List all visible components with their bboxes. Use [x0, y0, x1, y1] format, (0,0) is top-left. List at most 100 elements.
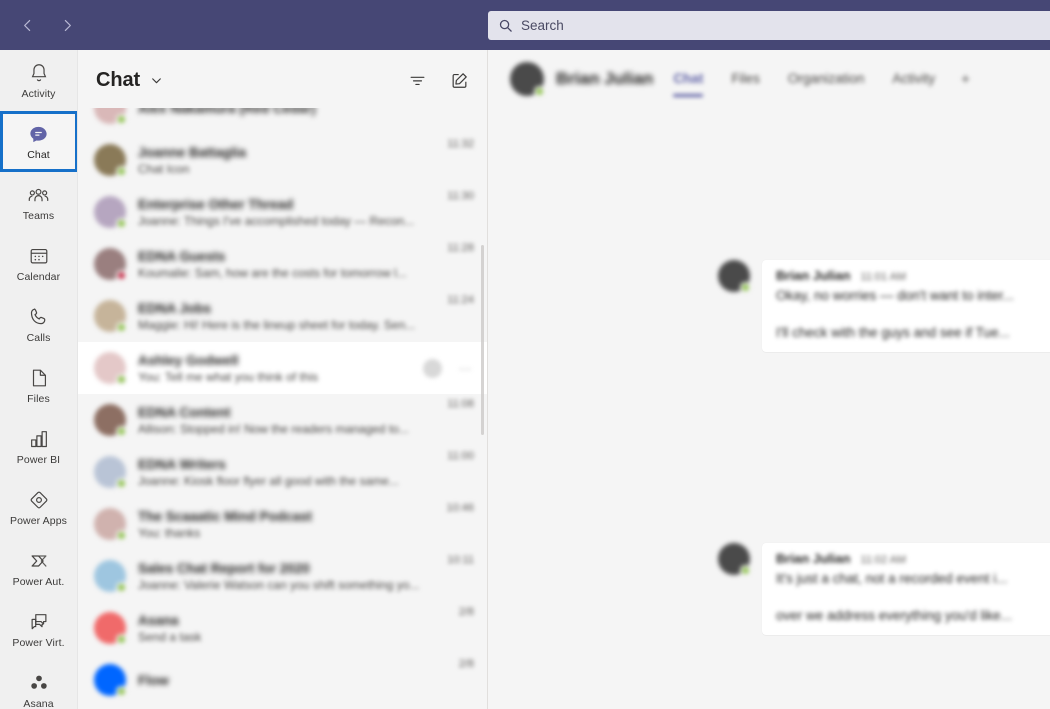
chat-list-item-name: Joanne Battaglia	[138, 144, 247, 160]
chat-list-item[interactable]: Asana Send a task 2/8	[78, 602, 487, 654]
tab-files[interactable]: Files	[731, 71, 760, 88]
chat-list-item[interactable]: EDNA Content Allison: Stopped in! Now the…	[78, 394, 487, 446]
sidebar-item-power-virt[interactable]: Power Virt.	[0, 599, 77, 660]
chat-list-item-timestamp: 11:30	[447, 190, 474, 202]
search-bar[interactable]	[488, 11, 1050, 40]
chat-list-item-text: EDNA Writers Joanne: Kiosk floor flyer al…	[138, 456, 439, 489]
sidebar-item-files[interactable]: Files	[0, 355, 77, 416]
presence-indicator	[116, 478, 127, 489]
chat-list-item[interactable]: Flow 2/8	[78, 654, 487, 706]
filter-icon[interactable]	[407, 70, 427, 90]
chat-list-item[interactable]: Enterprise Other Thread Joanne: Things I'…	[78, 186, 487, 238]
sidebar-item-power-bi[interactable]: Power BI	[0, 416, 77, 477]
chat-list-item[interactable]: EDNA Guests Koumalie: Sam, how are the co…	[78, 238, 487, 290]
chat-list-item[interactable]: Sales Chat Report for 2020 Joanne: Valeri…	[78, 550, 487, 602]
tab-activity[interactable]: Activity	[892, 71, 935, 88]
presence-indicator	[116, 218, 127, 229]
chat-list-header: Chat	[78, 50, 487, 110]
forward-button[interactable]	[54, 12, 80, 38]
compose-new-chat-icon[interactable]	[449, 70, 469, 90]
sidebar-item-power-aut[interactable]: Power Aut.	[0, 538, 77, 599]
chevron-right-icon	[64, 19, 71, 31]
more-options-icon[interactable]: ···	[456, 361, 474, 376]
presence-indicator	[116, 322, 127, 333]
sidebar-item-chat[interactable]: Chat	[0, 111, 77, 172]
chat-list-item[interactable]: Alex Nakamura (Red Cedar)	[78, 108, 487, 134]
power-apps-icon	[27, 488, 51, 512]
chat-list-item[interactable]: EDNA Jobs Maggie: Hi! Here is the lineup …	[78, 290, 487, 342]
chat-list-header-actions	[407, 70, 469, 90]
avatar	[94, 664, 127, 697]
sidebar-item-label: Power BI	[16, 454, 61, 466]
sidebar-item-label: Teams	[22, 210, 55, 222]
sidebar-item-teams[interactable]: Teams	[0, 172, 77, 233]
chat-list-item-name: The Scaaatic Mind Podcast	[138, 508, 313, 524]
avatar	[510, 62, 545, 97]
sidebar-item-calls[interactable]: Calls	[0, 294, 77, 355]
message-meta: Brian Julian 11:02 AM	[776, 551, 1048, 566]
back-button[interactable]	[14, 12, 40, 38]
sidebar-item-calendar[interactable]: Calendar	[0, 233, 77, 294]
chat-list-scrollbar[interactable]	[481, 245, 484, 435]
chat-list-item-timestamp: 11:08	[447, 398, 474, 410]
chat-list-item[interactable]: The Scaaatic Mind Podcast You: thanks 10:4…	[78, 498, 487, 550]
message-text: It's just a chat, not a recorded event i…	[776, 571, 1008, 586]
chat-list-scroll[interactable]: Alex Nakamura (Red Cedar) Joanne Battagli…	[78, 108, 487, 709]
chat-list-item-timestamp: 2/8	[458, 658, 474, 670]
message-bubble[interactable]: Brian Julian 11:02 AM It's just a chat, no…	[762, 543, 1050, 635]
search-icon	[498, 18, 513, 33]
chat-list-panel: Chat Alex Nakamura (Red Cedar) Joanne Bat…	[78, 50, 488, 709]
chat-list-item[interactable]: Joanne Battaglia Chat Icon 11:32	[78, 134, 487, 186]
file-icon	[27, 366, 51, 390]
chat-list-item-timestamp: 10:11	[447, 554, 474, 566]
chat-list-item-text: Ashley Godwell You: Tell me what you thin…	[138, 352, 417, 385]
avatar	[94, 456, 127, 489]
contact-name: Brian Julian	[556, 69, 654, 88]
sidebar-item-label: Calls	[26, 332, 51, 344]
chat-list-item-preview: Send a task	[138, 629, 202, 644]
chat-list-item-text: Sales Chat Report for 2020 Joanne: Valeri…	[138, 560, 439, 593]
chat-list-item-name: Alex Nakamura (Red Cedar)	[138, 108, 316, 116]
tab-organization[interactable]: Organization	[788, 71, 865, 88]
sidebar-item-label: Asana	[23, 698, 54, 709]
chat-list-item-text: Alex Nakamura (Red Cedar)	[138, 108, 466, 117]
chat-list-item[interactable]: EDNA Writers Joanne: Kiosk floor flyer al…	[78, 446, 487, 498]
chat-list-item-name: Flow	[138, 672, 169, 688]
mark-unread-icon[interactable]	[423, 358, 442, 378]
sidebar-item-activity[interactable]: Activity	[0, 50, 77, 111]
tab-chat[interactable]: Chat	[673, 71, 704, 97]
message-text: over we address everything you'd like...	[776, 608, 1012, 623]
phone-icon	[27, 305, 51, 329]
chat-list-item[interactable]: Ashley Godwell You: Tell me what you thin…	[78, 342, 487, 394]
search-input[interactable]	[521, 18, 1050, 33]
avatar	[94, 352, 127, 385]
presence-indicator	[116, 530, 127, 541]
avatar	[94, 248, 127, 281]
chat-list-item-name: Enterprise Other Thread	[138, 196, 294, 212]
presence-indicator	[116, 426, 127, 437]
chat-list-item-preview: Allison: Stopped in! Now the readers man…	[138, 421, 409, 436]
chevron-down-icon[interactable]	[150, 74, 163, 87]
people-icon	[27, 183, 51, 207]
chevron-left-icon	[23, 19, 30, 31]
chat-list-item-timestamp: 11:28	[447, 242, 474, 254]
sidebar-item-asana[interactable]: Asana	[0, 660, 77, 709]
presence-indicator	[116, 582, 127, 593]
chat-list-item-timestamp: 2/8	[458, 606, 474, 618]
sidebar-item-power-apps[interactable]: Power Apps	[0, 477, 77, 538]
chat-list-item-preview: Joanne: Valerie Watson can you shift som…	[138, 577, 420, 592]
presence-indicator	[740, 565, 751, 576]
presence-indicator	[116, 114, 127, 125]
calendar-icon	[27, 244, 51, 268]
chat-list-item-name: Asana	[138, 612, 179, 628]
chat-list-item-name: EDNA Jobs	[138, 300, 212, 316]
chat-list-item-preview: Maggie: Hi! Here is the lineup sheet for…	[138, 317, 416, 332]
chat-list-item-preview: Chat Icon	[138, 161, 190, 176]
message-bubble[interactable]: Brian Julian 11:01 AM Okay, no worries — d…	[762, 260, 1050, 352]
sidebar-item-label: Chat	[27, 149, 50, 161]
add-tab-button[interactable]: +	[961, 71, 970, 88]
sidebar-item-label: Power Virt.	[12, 637, 65, 649]
title-bar	[0, 0, 1050, 50]
message-sender: Brian Julian	[776, 268, 851, 283]
message-group: Brian Julian 11:02 AM It's just a chat, no…	[718, 543, 1050, 635]
